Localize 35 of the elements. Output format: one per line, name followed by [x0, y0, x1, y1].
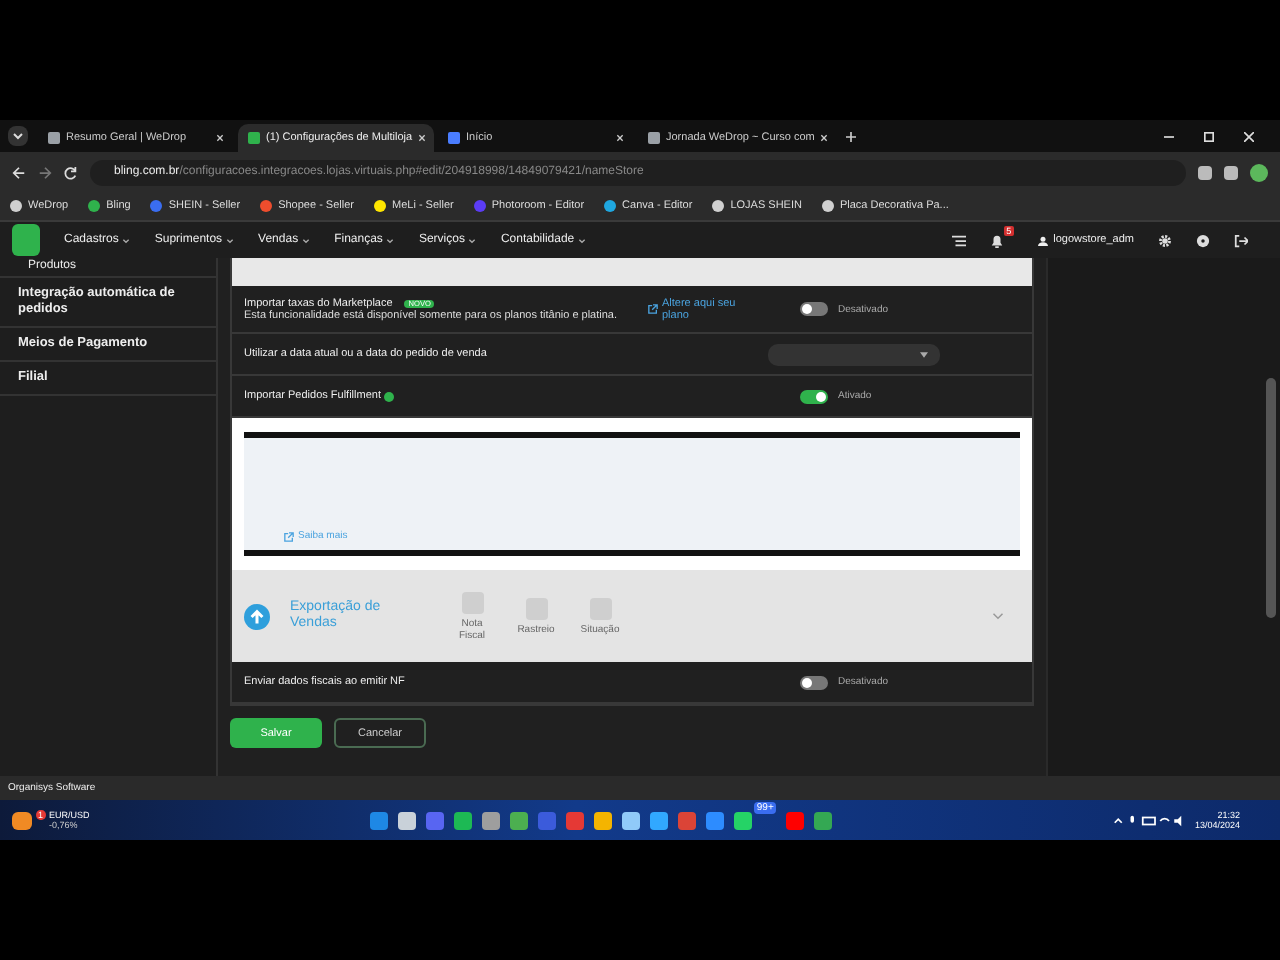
help-icon[interactable] [1196, 233, 1210, 247]
new-tab-icon[interactable] [846, 131, 856, 141]
close-icon[interactable] [418, 134, 427, 142]
settings-icon[interactable] [1158, 233, 1172, 247]
logout-icon[interactable] [1234, 233, 1248, 247]
minimize-icon[interactable] [1164, 131, 1174, 141]
tab-search-icon[interactable] [8, 126, 28, 146]
user-icon [1037, 235, 1048, 245]
maximize-icon[interactable] [1204, 131, 1214, 141]
system-tray-icon[interactable] [1112, 813, 1185, 827]
toggle-switch[interactable] [800, 389, 828, 403]
external-link-icon[interactable] [648, 304, 658, 314]
caret-icon [122, 237, 131, 243]
bell-icon[interactable] [990, 233, 1005, 247]
caret-icon [386, 237, 395, 243]
caret-icon [468, 237, 477, 243]
close-icon[interactable] [616, 134, 624, 142]
task-list-icon[interactable] [952, 233, 967, 247]
back-icon[interactable] [12, 165, 26, 179]
status-dot-icon [384, 391, 395, 401]
upload-icon [244, 603, 270, 629]
caret-icon [226, 237, 235, 243]
reload-icon[interactable] [64, 165, 78, 179]
close-icon[interactable] [1244, 131, 1254, 141]
caret-icon [302, 237, 311, 243]
toggle-switch[interactable] [800, 675, 828, 689]
caret-icon [578, 237, 587, 243]
caret-icon [920, 351, 928, 357]
scrollbar-thumb[interactable] [1266, 378, 1276, 618]
forward-icon[interactable] [38, 165, 52, 179]
close-icon[interactable] [216, 134, 224, 142]
profile-avatar[interactable] [1250, 163, 1268, 181]
toggle-switch[interactable] [800, 302, 828, 316]
close-icon[interactable] [820, 134, 829, 142]
app-logo-icon[interactable] [12, 224, 40, 256]
